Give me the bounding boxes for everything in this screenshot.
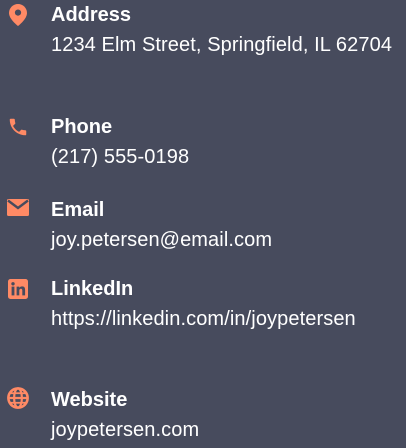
email-value[interactable]: joy.petersen@email.com bbox=[51, 225, 406, 256]
website-label: Website bbox=[51, 389, 128, 411]
linkedin-value[interactable]: https://linkedin.com/in/joypetersen bbox=[51, 304, 406, 335]
phone-value: (217) 555-0198 bbox=[51, 146, 190, 168]
phone-icon bbox=[6, 115, 30, 139]
website-value[interactable]: joypetersen.com bbox=[51, 415, 406, 446]
envelope-icon bbox=[6, 195, 30, 219]
email-label: Email bbox=[51, 199, 105, 221]
contact-list: Address 1234 Elm Street, Springfield, IL… bbox=[0, 0, 406, 448]
address-label: Address bbox=[51, 4, 132, 26]
map-pin-icon bbox=[6, 3, 30, 27]
linkedin-icon bbox=[6, 277, 30, 301]
linkedin-label: LinkedIn bbox=[51, 278, 134, 300]
phone-label: Phone bbox=[51, 116, 113, 138]
globe-icon bbox=[6, 386, 30, 410]
address-value: 1234 Elm Street, Springfield, IL 62704 bbox=[51, 34, 393, 56]
